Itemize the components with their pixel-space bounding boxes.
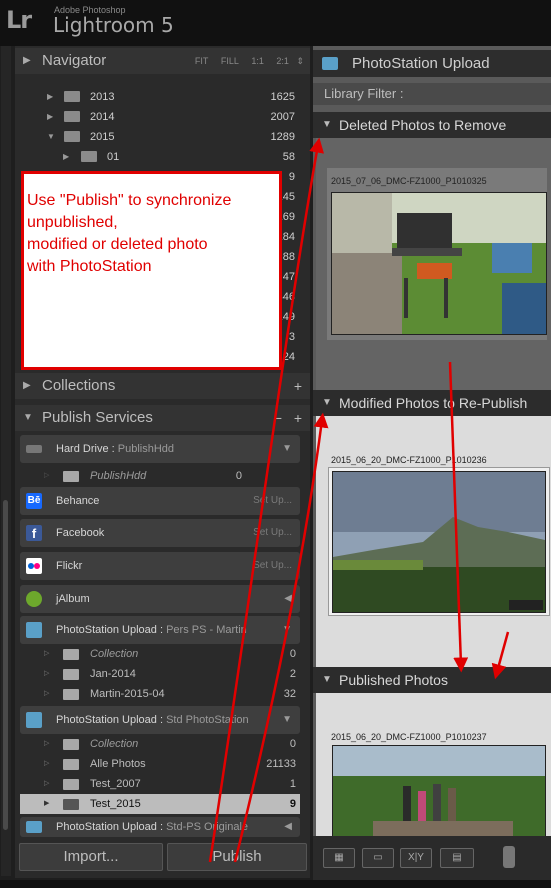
annotation-arrows xyxy=(208,137,510,863)
annotation-arrow-lines xyxy=(208,137,510,863)
